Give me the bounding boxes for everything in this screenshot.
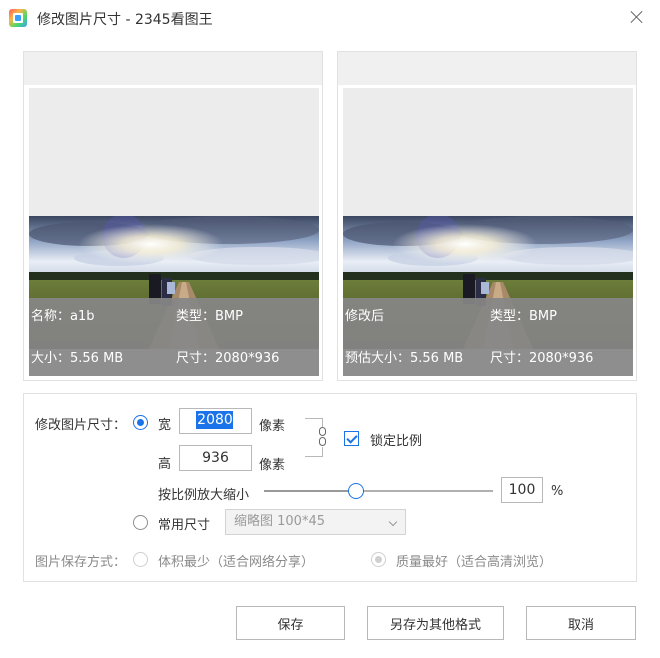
- file-name-text: 名称：a1b: [31, 309, 95, 324]
- panel-header: [338, 52, 636, 85]
- resize-settings-box: 修改图片尺寸： 宽 2080 像素 高 像素 锁定比例 按比例放大缩小 % 常用…: [23, 393, 637, 582]
- preview-area: 名称：a1b 类型：BMP 大小：5.56 MB 尺寸：2080*936: [29, 88, 319, 376]
- save-button[interactable]: 保存: [236, 606, 345, 640]
- common-size-label: 常用尺寸: [158, 518, 211, 533]
- save-as-format-button[interactable]: 另存为其他格式: [367, 606, 504, 640]
- resize-label: 修改图片尺寸：: [35, 418, 127, 433]
- preview-area: 修改后 类型：BMP 预估大小：5.56 MB 尺寸：2080*936: [343, 88, 633, 376]
- file-dimensions-text: 尺寸：2080*936: [490, 351, 594, 366]
- file-type-text: 类型：BMP: [176, 309, 243, 324]
- best-quality-option-label: 质量最好（适合高清浏览）: [396, 555, 553, 570]
- common-size-selected: 缩略图 100*45: [234, 514, 325, 529]
- save-mode-label: 图片保存方式：: [35, 555, 127, 570]
- original-info-overlay: 名称：a1b 类型：BMP 大小：5.56 MB 尺寸：2080*936: [29, 298, 319, 376]
- original-preview-panel: 名称：a1b 类型：BMP 大小：5.56 MB 尺寸：2080*936: [23, 51, 323, 381]
- height-input[interactable]: [179, 445, 252, 471]
- close-icon[interactable]: [628, 8, 646, 26]
- chain-link-icon[interactable]: [318, 427, 327, 447]
- panel-header: [24, 52, 322, 85]
- scale-unit-label: %: [551, 484, 564, 499]
- lock-ratio-checkbox[interactable]: [344, 431, 359, 446]
- file-type-text: 类型：BMP: [490, 309, 557, 324]
- min-size-option-label: 体积最少（适合网络分享）: [158, 555, 315, 570]
- height-label: 高: [158, 457, 172, 472]
- scale-slider-thumb[interactable]: [348, 483, 364, 499]
- width-label: 宽: [158, 418, 172, 433]
- custom-size-radio[interactable]: [133, 415, 148, 430]
- common-size-radio[interactable]: [133, 515, 148, 530]
- height-unit-label: 像素: [259, 458, 286, 473]
- modified-info-overlay: 修改后 类型：BMP 预估大小：5.56 MB 尺寸：2080*936: [343, 298, 633, 376]
- app-icon: [9, 9, 27, 27]
- window-title: 修改图片尺寸 - 2345看图王: [37, 12, 213, 28]
- scale-percent-input[interactable]: [501, 477, 543, 503]
- scale-slider-track[interactable]: [264, 483, 493, 499]
- cancel-button[interactable]: 取消: [526, 606, 636, 640]
- file-size-text: 大小：5.56 MB: [31, 351, 124, 366]
- chevron-down-icon: [388, 517, 398, 527]
- scale-label: 按比例放大缩小: [158, 488, 250, 503]
- common-size-dropdown[interactable]: 缩略图 100*45: [225, 509, 406, 535]
- best-quality-radio[interactable]: [371, 552, 386, 567]
- estimated-size-text: 预估大小：5.56 MB: [345, 351, 464, 366]
- width-unit-label: 像素: [259, 419, 286, 434]
- title-bar: 修改图片尺寸 - 2345看图王: [0, 0, 660, 36]
- min-size-radio[interactable]: [133, 552, 148, 567]
- modified-preview-panel: 修改后 类型：BMP 预估大小：5.56 MB 尺寸：2080*936: [337, 51, 637, 381]
- modified-label-text: 修改后: [345, 309, 385, 324]
- scale-slider-fill: [264, 490, 356, 492]
- lock-ratio-label: 锁定比例: [370, 434, 423, 449]
- width-value-text: 2080: [197, 412, 233, 428]
- width-input-wrap[interactable]: 2080: [179, 408, 252, 434]
- file-dimensions-text: 尺寸：2080*936: [176, 351, 280, 366]
